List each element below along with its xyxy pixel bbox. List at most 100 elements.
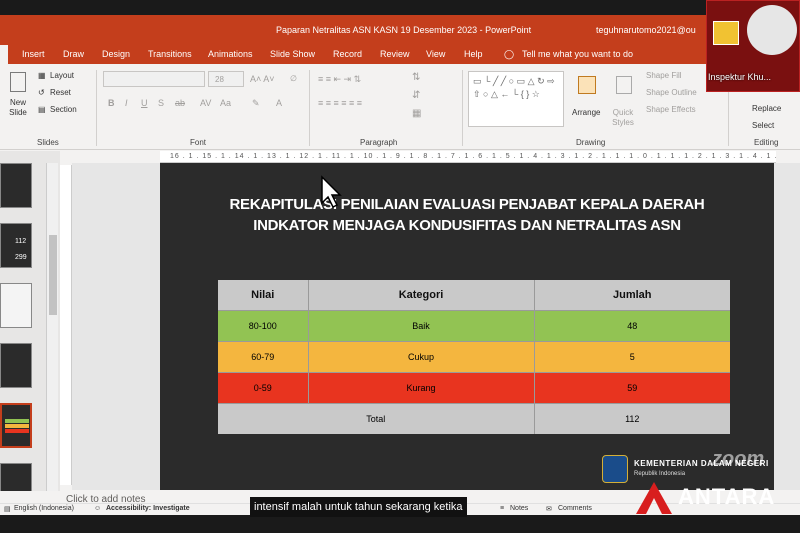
tab-view[interactable]: View [426,49,445,59]
section-button[interactable]: Section [50,105,77,114]
replace-button[interactable]: Replace [752,104,781,113]
slide-title[interactable]: REKAPITULASI PENILAIAN EVALUASI PENJABAT… [160,194,774,236]
paragraph-group-label: Paragraph [360,138,398,147]
slide-thumbnail[interactable] [0,163,32,208]
slide-thumbnail[interactable]: 112 299 [0,223,32,268]
ministry-logo [602,455,628,483]
align-text-icon[interactable]: ⇵ [412,90,420,101]
tab-slide-show[interactable]: Slide Show [270,49,315,59]
ribbon: New Slide ▦ Layout ↺ Reset ▤ Section Sli… [0,64,800,150]
italic-icon[interactable]: I [125,98,128,108]
tab-transitions[interactable]: Transitions [148,49,192,59]
shape-effects-button[interactable]: Shape Effects [646,105,696,114]
arrange-button[interactable]: Arrange [572,108,600,117]
reset-icon: ↺ [38,88,45,97]
comments-button[interactable]: Comments [558,505,592,512]
cell-total-label: Total [218,402,535,434]
language-status[interactable]: English (Indonesia) [14,505,74,512]
bullets-icon[interactable]: ≡ ≡ ⇤ ⇥ ⇅ [318,74,361,85]
quick-styles-icon [616,76,632,94]
tab-review[interactable]: Review [380,49,410,59]
layout-button[interactable]: Layout [50,71,74,80]
section-icon: ▤ [38,105,46,114]
strikethrough-icon[interactable]: ab [175,98,185,108]
font-color-icon[interactable]: A [276,98,282,108]
smartart-icon[interactable]: ▦ [412,108,421,119]
shape-fill-button[interactable]: Shape Fill [646,71,682,80]
accessibility-icon: ☺ [94,505,102,512]
font-size-box[interactable]: 28 [208,71,244,87]
thumb-number: 112 [15,238,27,245]
cell-total-value: 112 [534,402,730,434]
shapes-icons: ▭ └ ╱ ╱ ○ ▭ △ ↻ ⇨ ⇧ ○ △ ← └ { } ☆ [473,76,555,99]
drawing-group-label: Drawing [576,138,606,147]
align-icons[interactable]: ≡ ≡ ≡ ≡ ≡ ≡ [318,98,362,108]
cell-nilai: 60-79 [218,340,309,372]
lightbulb-icon: ◯ [504,49,515,59]
participant-name: Inspektur Khu... [708,72,772,82]
select-button[interactable]: Select [752,121,774,130]
new-slide-button[interactable]: New Slide [6,98,30,118]
thumb-row [5,424,29,428]
tell-me-search[interactable]: Tell me what you want to do [522,49,633,59]
tab-home[interactable] [0,45,8,64]
cell-kategori: Baik [308,309,535,341]
shadow-icon[interactable]: S [158,98,164,108]
thumb-row [5,429,29,433]
horizontal-ruler: 16 . 1 . 15 . 1 . 14 . 1 . 13 . 1 . 12 .… [160,151,776,163]
reset-button[interactable]: Reset [50,88,71,97]
font-group-label: Font [190,138,207,147]
tab-help[interactable]: Help [464,49,483,59]
account-name[interactable]: teguhnarutomo2021@ou [596,15,696,45]
slides-group-label: Slides [37,138,59,147]
vertical-ruler [60,165,72,485]
font-size-value: 28 [215,75,224,84]
shape-outline-button[interactable]: Shape Outline [646,88,697,97]
slide-title-line-1: REKAPITULASI PENILAIAN EVALUASI PENJABAT… [229,196,705,213]
title-bar: Paparan Netralitas ASN KASN 19 Desember … [0,15,800,45]
arrange-icon [578,76,596,94]
ribbon-separator [462,70,463,146]
shapes-gallery[interactable]: ▭ └ ╱ ╱ ○ ▭ △ ↻ ⇨ ⇧ ○ △ ← └ { } ☆ [468,71,564,127]
text-direction-icon[interactable]: ⇅ [412,72,420,83]
font-name-box[interactable] [103,71,205,87]
accessibility-status[interactable]: Accessibility: Investigate [106,505,190,512]
powerpoint-window: Paparan Netralitas ASN KASN 19 Desember … [0,15,800,517]
grow-font-icon[interactable]: A˄ A˅ [250,74,275,84]
bold-icon[interactable]: B [108,98,115,108]
notes-button[interactable]: Notes [510,505,528,512]
tab-draw[interactable]: Draw [63,49,84,59]
slide-thumbnail[interactable] [0,343,32,388]
table-row: 80-100 Baik 48 [218,309,730,341]
tab-animations[interactable]: Animations [208,49,253,59]
thumbnails-scrollbar[interactable] [46,163,58,503]
notes-icon: ≡ [500,505,505,512]
table-total-row: Total 112 [218,402,730,434]
underline-icon[interactable]: U [141,98,148,108]
tab-insert[interactable]: Insert [22,49,45,59]
highlight-icon[interactable]: ✎ [252,98,260,109]
table-row: 0-59 Kurang 59 [218,371,730,403]
badge-icon [713,21,739,45]
antara-watermark: ANTARA [632,470,800,530]
layout-icon: ▦ [38,71,46,80]
slide-thumbnail-selected[interactable] [0,403,32,448]
clear-format-icon[interactable]: ∅ [290,74,297,83]
thumb-row [5,419,29,423]
quick-styles-button[interactable]: Quick Styles [608,108,638,128]
table-header-row: Nilai Kategori Jumlah [218,280,730,310]
cell-jumlah: 48 [534,309,730,341]
cell-nilai: 0-59 [218,371,309,403]
slide-thumbnail[interactable] [0,283,32,328]
current-slide[interactable]: REKAPITULASI PENILAIAN EVALUASI PENJABAT… [160,163,774,490]
char-spacing-icon[interactable]: AV [200,98,211,108]
scrollbar-thumb[interactable] [49,235,57,315]
rekapitulasi-table[interactable]: Nilai Kategori Jumlah 80-100 Baik 48 60-… [218,280,730,434]
change-case-icon[interactable]: Aa [220,98,231,108]
tab-design[interactable]: Design [102,49,130,59]
spellcheck-icon[interactable]: ▤ [4,505,11,513]
tab-record[interactable]: Record [333,49,362,59]
ribbon-tabs: Insert Draw Design Transitions Animation… [0,45,800,64]
zoom-watermark: zoom [712,448,765,470]
editing-group-label: Editing [754,138,779,147]
